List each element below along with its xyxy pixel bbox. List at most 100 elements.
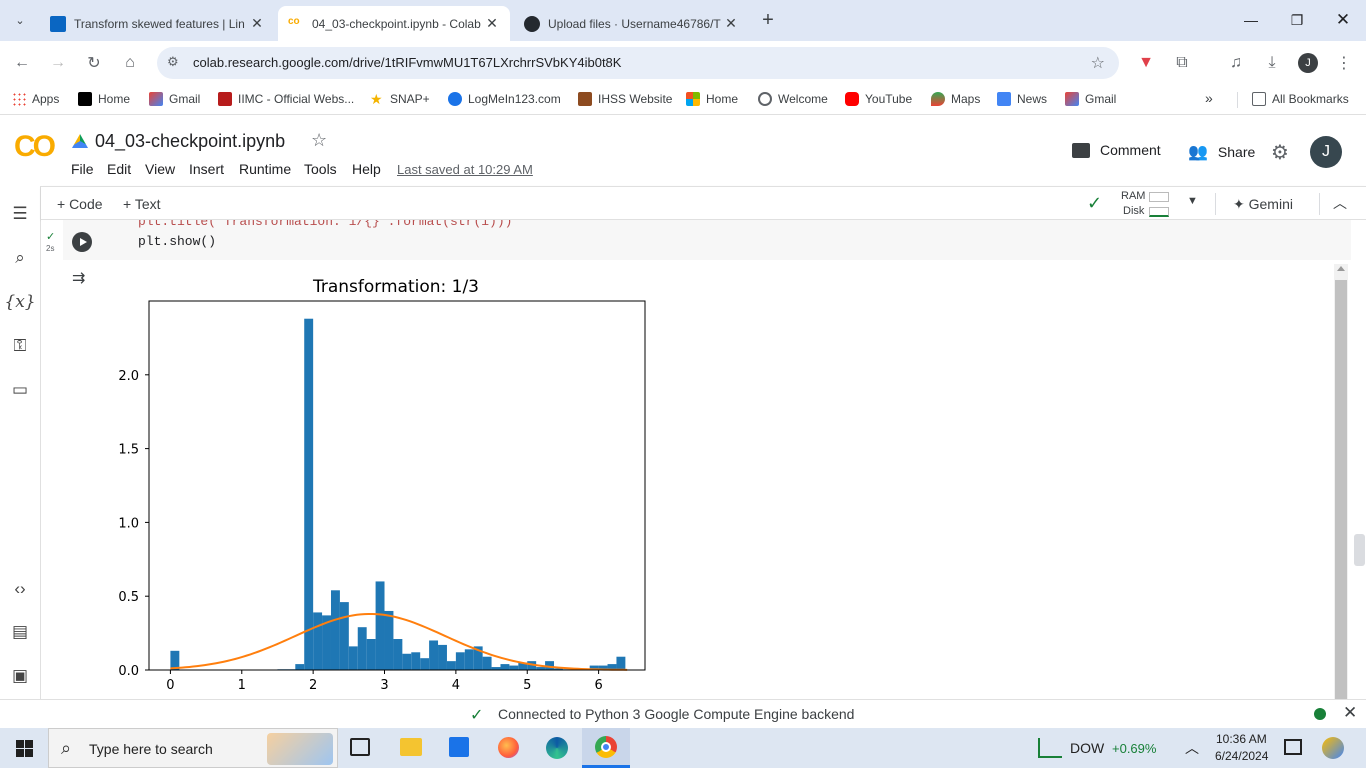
- menu-tools[interactable]: Tools: [304, 161, 337, 177]
- notebook-title[interactable]: 04_03-checkpoint.ipynb: [95, 131, 285, 152]
- new-tab-button[interactable]: +: [756, 8, 780, 32]
- add-text-button[interactable]: + Text: [123, 196, 161, 212]
- terminal-icon[interactable]: ▣: [8, 664, 32, 688]
- close-tab-icon[interactable]: ✕: [723, 15, 739, 32]
- browser-tab-strip: ⌄ Transform skewed features | Lin ✕ co 0…: [0, 0, 1366, 41]
- files-folder-icon[interactable]: ▭: [8, 378, 32, 402]
- chrome-menu-icon[interactable]: ⋮: [1330, 49, 1358, 77]
- bookmark-home-x[interactable]: Home: [78, 92, 130, 106]
- menu-file[interactable]: File: [71, 161, 94, 177]
- tab-search-button[interactable]: ⌄: [8, 8, 32, 32]
- close-window-button[interactable]: ✕: [1320, 0, 1366, 40]
- minimize-button[interactable]: —: [1228, 0, 1274, 40]
- output-scrollbar-track[interactable]: [1334, 264, 1348, 699]
- home-button[interactable]: ⌂: [116, 49, 144, 77]
- extensions-icon[interactable]: ⧉: [1168, 49, 1196, 77]
- connected-check-icon: ✓: [470, 707, 484, 724]
- x-tick-label: 3: [380, 678, 388, 693]
- code-line-2[interactable]: plt.show(): [138, 234, 216, 249]
- bookmark-logmein[interactable]: LogMeIn123.com: [448, 92, 561, 106]
- close-status-icon[interactable]: ✕: [1343, 703, 1357, 723]
- bookmark-maps[interactable]: Maps: [931, 92, 980, 106]
- tab-linkedin[interactable]: Transform skewed features | Lin ✕: [40, 6, 275, 41]
- media-controls-icon[interactable]: ♫: [1222, 49, 1250, 77]
- gemini-button[interactable]: ✦ Gemini: [1233, 196, 1293, 213]
- profile-avatar[interactable]: J: [1298, 53, 1318, 73]
- share-button[interactable]: 👥 Share: [1188, 142, 1255, 162]
- close-tab-icon[interactable]: ✕: [484, 15, 500, 32]
- tab-github[interactable]: Upload files · Username46786/T ✕: [514, 6, 749, 41]
- bookmark-iimc[interactable]: IIMC - Official Webs...: [218, 92, 354, 106]
- histogram-bar: [313, 612, 323, 670]
- taskbar-search-box[interactable]: ⌕ Type here to search: [48, 728, 338, 768]
- last-saved-link[interactable]: Last saved at 10:29 AM: [397, 162, 533, 177]
- extension-pocket-icon[interactable]: ▼: [1132, 49, 1160, 77]
- add-code-button[interactable]: + Code: [57, 196, 103, 212]
- search-icon[interactable]: ⌕: [8, 246, 32, 270]
- comment-button[interactable]: Comment: [1072, 142, 1161, 158]
- colab-logo[interactable]: CO: [14, 130, 56, 164]
- weather-widget-icon[interactable]: [1322, 737, 1344, 759]
- site-info-icon[interactable]: ⚙: [167, 54, 179, 70]
- tab-colab[interactable]: co 04_03-checkpoint.ipynb - Colab ✕: [278, 6, 510, 41]
- all-bookmarks-button[interactable]: All Bookmarks: [1252, 92, 1349, 106]
- store-icon[interactable]: [449, 737, 469, 757]
- address-bar[interactable]: ⚙ colab.research.google.com/drive/1tRIFv…: [157, 47, 1119, 79]
- bookmark-gmail[interactable]: Gmail: [149, 92, 200, 106]
- bookmark-welcome[interactable]: Welcome: [758, 92, 828, 106]
- code-line-1[interactable]: plt.title('Transformation: 1/{}'.format(…: [138, 220, 512, 229]
- bookmarks-overflow-icon[interactable]: »: [1205, 90, 1213, 106]
- user-avatar[interactable]: J: [1310, 136, 1342, 168]
- restore-button[interactable]: ❐: [1274, 0, 1320, 40]
- output-scrollbar-up-icon[interactable]: [1337, 266, 1345, 271]
- histogram-bar: [616, 656, 626, 670]
- menu-insert[interactable]: Insert: [189, 161, 224, 177]
- forward-button[interactable]: →: [44, 49, 72, 77]
- bookmark-home-ms[interactable]: Home: [686, 92, 738, 106]
- run-cell-button[interactable]: [72, 232, 92, 252]
- firefox-icon[interactable]: [498, 737, 519, 758]
- reload-button[interactable]: ↻: [80, 49, 108, 77]
- histogram-bar: [330, 590, 340, 670]
- page-scrollbar-thumb[interactable]: [1354, 534, 1365, 566]
- clock-time[interactable]: 10:36 AM: [1216, 732, 1267, 746]
- histogram-bar: [500, 664, 510, 670]
- output-scrollbar-thumb[interactable]: [1335, 280, 1347, 699]
- notifications-icon[interactable]: [1284, 739, 1302, 755]
- menu-view[interactable]: View: [145, 161, 175, 177]
- bookmark-ihss[interactable]: IHSS Website: [578, 92, 672, 106]
- variables-icon[interactable]: {x}: [4, 290, 35, 314]
- code-snippets-icon[interactable]: ‹›: [8, 577, 32, 601]
- connection-status-dot: [1314, 708, 1326, 720]
- file-explorer-icon[interactable]: [400, 738, 422, 756]
- bookmark-news[interactable]: News: [997, 92, 1047, 106]
- menu-edit[interactable]: Edit: [107, 161, 131, 177]
- runtime-dropdown-icon[interactable]: ▼: [1187, 195, 1198, 207]
- chrome-taskbar-icon[interactable]: [582, 728, 630, 768]
- command-palette-icon[interactable]: ▤: [8, 620, 32, 644]
- tray-overflow-icon[interactable]: ︿: [1185, 738, 1199, 758]
- resources-indicator[interactable]: RAM Disk: [1119, 189, 1179, 219]
- histogram-bar: [482, 656, 492, 670]
- menu-help[interactable]: Help: [352, 161, 381, 177]
- clock-date[interactable]: 6/24/2024: [1215, 749, 1268, 763]
- settings-gear-icon[interactable]: ⚙: [1271, 140, 1289, 165]
- bookmark-gmail-2[interactable]: Gmail: [1065, 92, 1116, 106]
- close-tab-icon[interactable]: ✕: [249, 15, 265, 32]
- secrets-key-icon[interactable]: ⚿: [8, 334, 32, 358]
- tab-title: Transform skewed features | Lin: [74, 16, 245, 31]
- bookmark-youtube[interactable]: YouTube: [845, 92, 912, 106]
- bookmark-snap[interactable]: ★ SNAP+: [370, 92, 430, 106]
- star-notebook-icon[interactable]: ☆: [311, 130, 327, 151]
- collapse-header-icon[interactable]: ︿: [1333, 193, 1347, 213]
- menu-runtime[interactable]: Runtime: [239, 161, 291, 177]
- downloads-icon[interactable]: ⤓: [1258, 49, 1286, 77]
- task-view-icon[interactable]: [350, 738, 370, 756]
- table-of-contents-icon[interactable]: ☰: [8, 202, 32, 226]
- stock-label[interactable]: DOW: [1070, 740, 1104, 756]
- bookmark-star-icon[interactable]: ☆: [1091, 53, 1105, 73]
- edge-icon[interactable]: [546, 737, 568, 759]
- windows-start-icon[interactable]: [16, 740, 33, 757]
- back-button[interactable]: ←: [8, 49, 36, 77]
- bookmark-apps[interactable]: Apps: [12, 92, 59, 106]
